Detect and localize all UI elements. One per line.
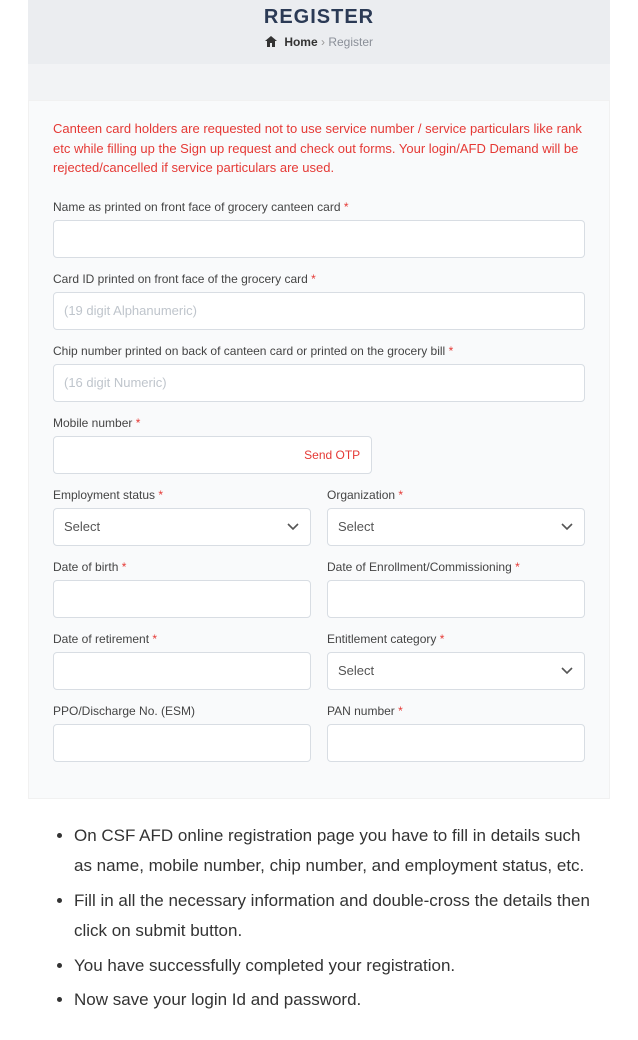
breadcrumb: Home › Register [28,35,610,50]
entitlement-label: Entitlement category * [327,632,585,646]
employment-status-select[interactable]: Select [53,508,311,546]
retirement-label: Date of retirement * [53,632,311,646]
breadcrumb-home-link[interactable]: Home [284,35,317,49]
ppo-label: PPO/Discharge No. (ESM) [53,704,311,718]
enrollment-input[interactable] [327,580,585,618]
breadcrumb-current: Register [328,35,373,49]
instruction-item: Now save your login Id and password. [74,985,600,1016]
dob-input[interactable] [53,580,311,618]
instruction-item: On CSF AFD online registration page you … [74,821,600,882]
pan-label: PAN number * [327,704,585,718]
dob-label: Date of birth * [53,560,311,574]
card-id-input[interactable] [53,292,585,330]
card-id-label: Card ID printed on front face of the gro… [53,272,585,286]
organization-select[interactable]: Select [327,508,585,546]
page-header: REGISTER Home › Register [28,0,610,64]
instruction-item: Fill in all the necessary information an… [74,886,600,947]
instruction-item: You have successfully completed your reg… [74,951,600,982]
entitlement-select[interactable]: Select [327,652,585,690]
employment-status-label: Employment status * [53,488,311,502]
chip-number-input[interactable] [53,364,585,402]
page-title: REGISTER [28,6,610,29]
register-form: Canteen card holders are requested not t… [28,100,610,799]
enrollment-label: Date of Enrollment/Commissioning * [327,560,585,574]
instructions-list: On CSF AFD online registration page you … [28,799,610,1040]
name-input[interactable] [53,220,585,258]
retirement-input[interactable] [53,652,311,690]
organization-label: Organization * [327,488,585,502]
mobile-label: Mobile number * [53,416,585,430]
warning-notice: Canteen card holders are requested not t… [53,119,585,178]
send-otp-button[interactable]: Send OTP [304,448,360,462]
ppo-input[interactable] [53,724,311,762]
name-label: Name as printed on front face of grocery… [53,200,585,214]
pan-input[interactable] [327,724,585,762]
chip-number-label: Chip number printed on back of canteen c… [53,344,585,358]
home-icon [265,36,277,50]
